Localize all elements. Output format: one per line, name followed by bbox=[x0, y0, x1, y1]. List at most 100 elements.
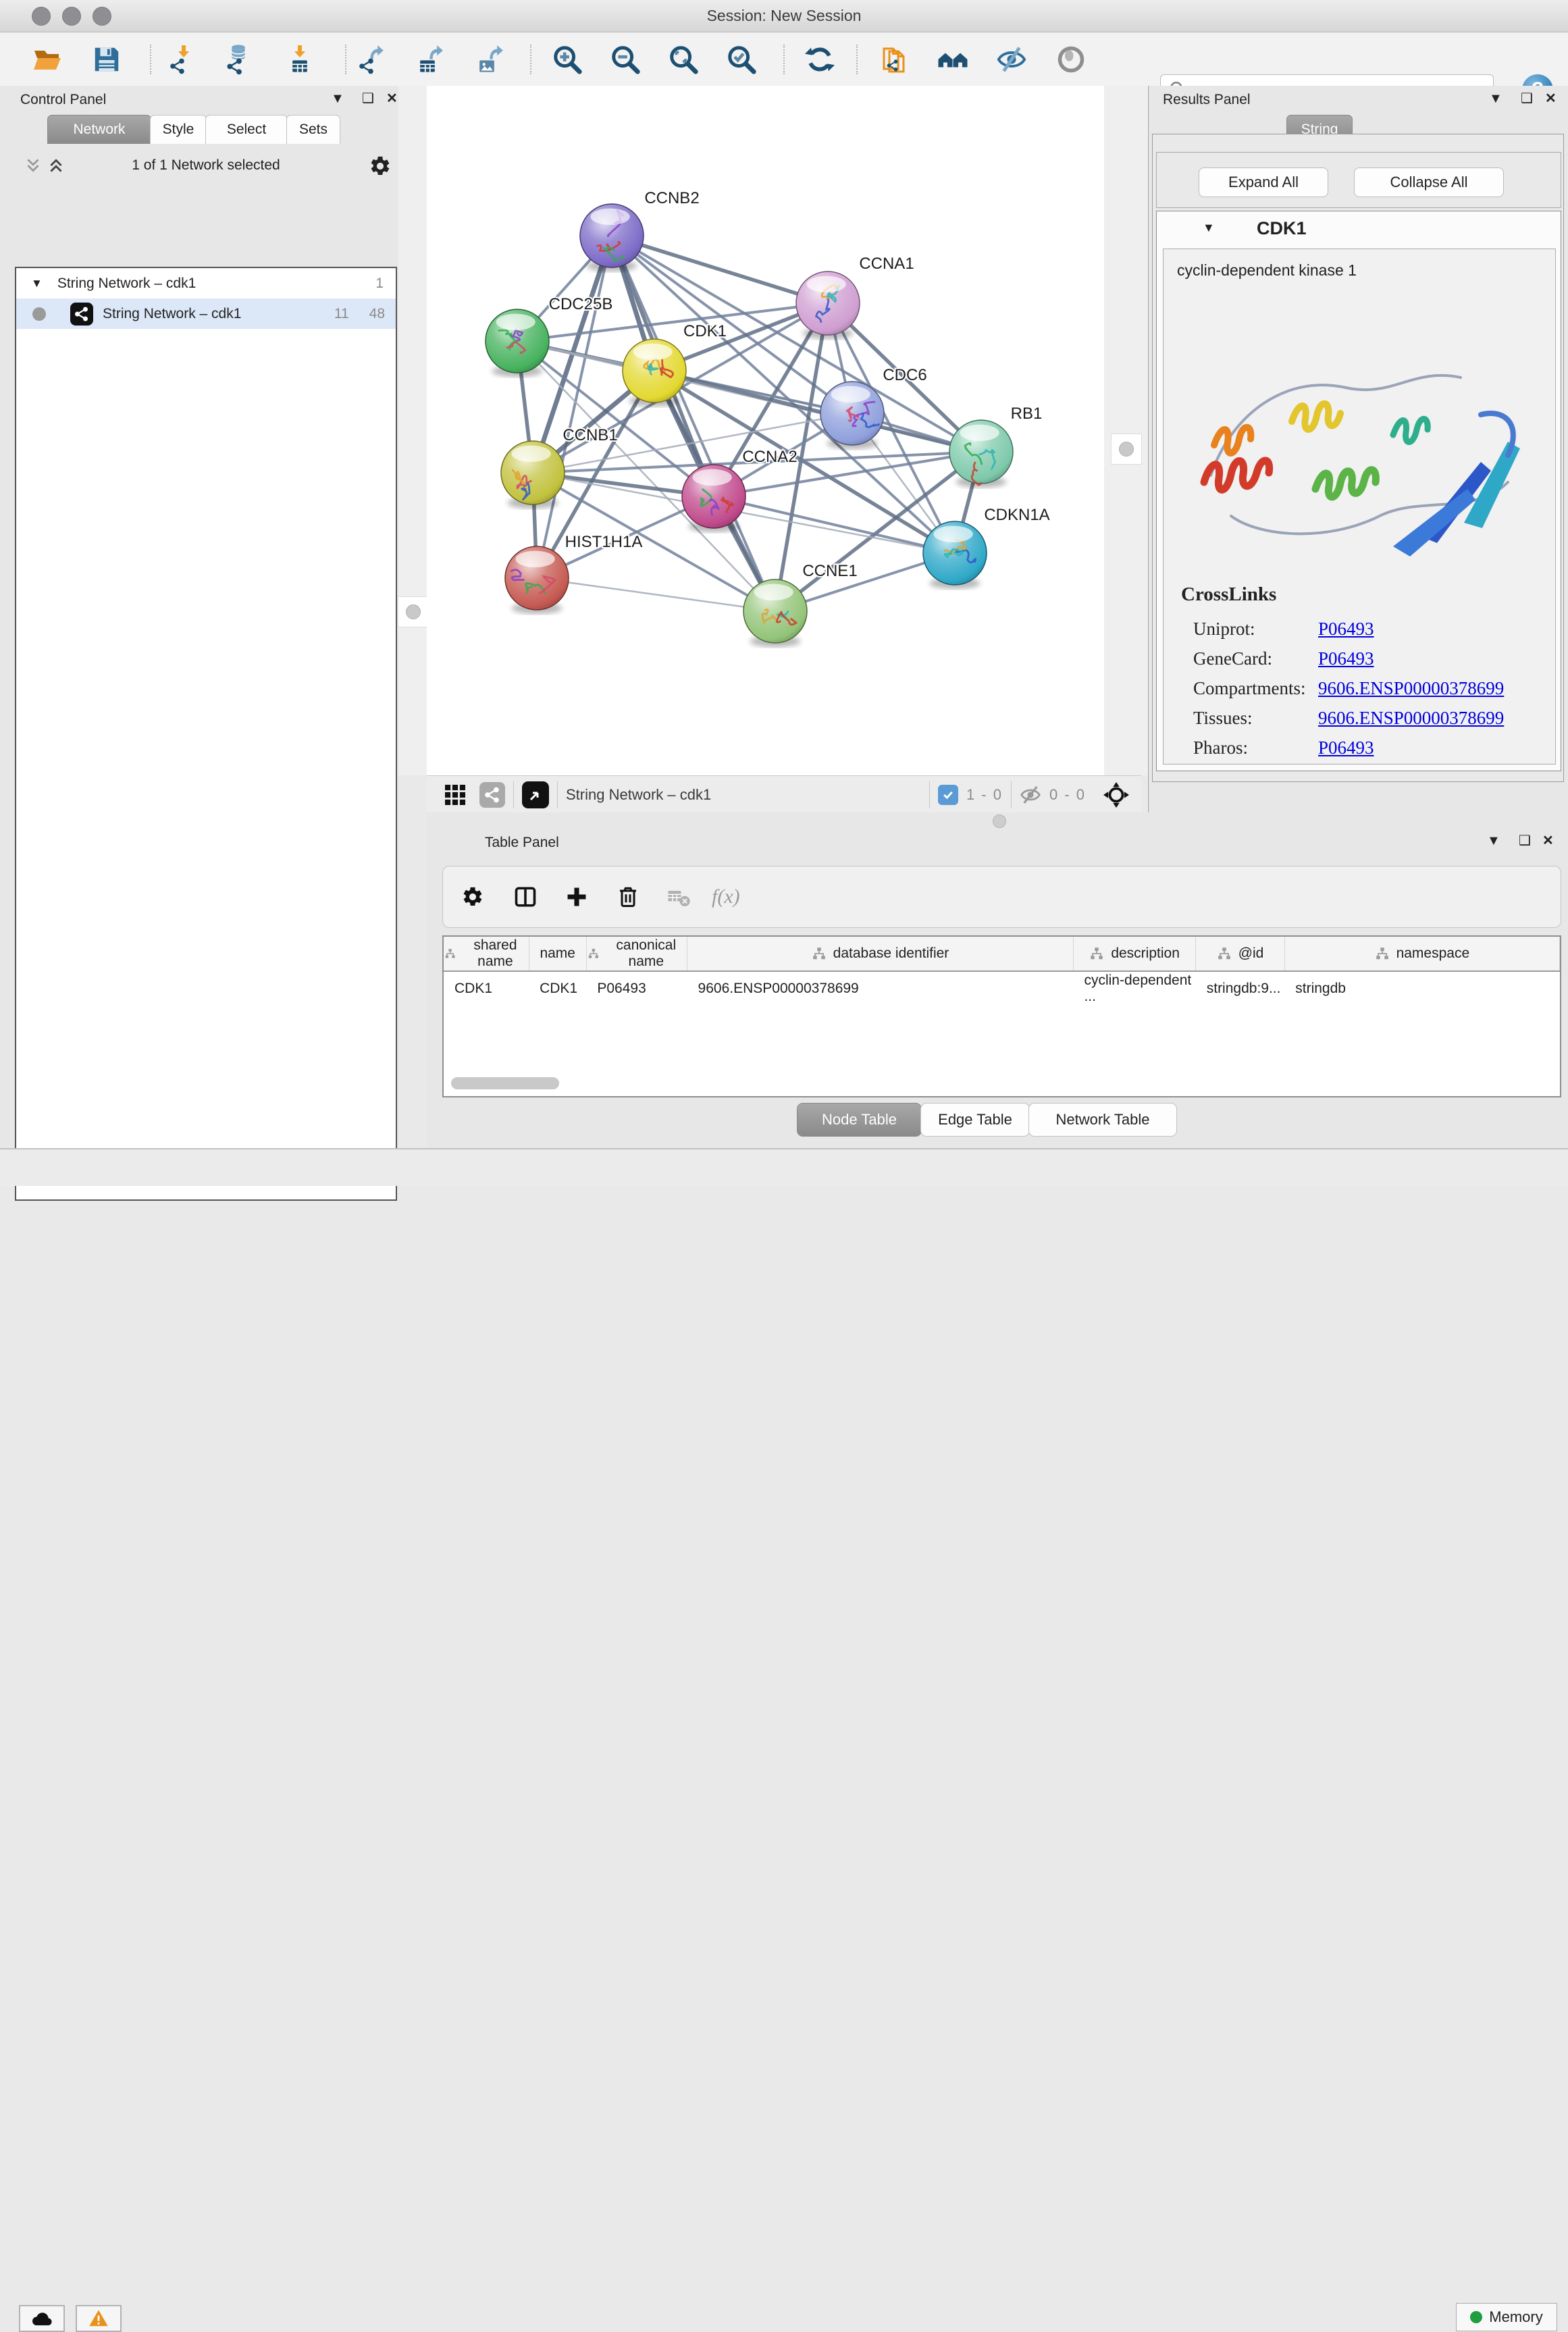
warnings-button[interactable] bbox=[76, 2305, 122, 2332]
table-column-header[interactable]: description bbox=[1073, 937, 1195, 971]
table-settings-gear-button[interactable] bbox=[454, 878, 492, 916]
table-cell[interactable]: P06493 bbox=[586, 971, 687, 1006]
show-columns-button[interactable] bbox=[506, 878, 544, 916]
hide-panel-button[interactable] bbox=[994, 42, 1029, 77]
delete-column-button[interactable] bbox=[609, 878, 647, 916]
results-panel-collapse-icon[interactable]: ▼ bbox=[1489, 91, 1502, 107]
export-network-button[interactable] bbox=[355, 42, 390, 77]
crosslink-value-link[interactable]: 9606.ENSP00000378699 bbox=[1318, 678, 1504, 699]
results-panel-float-icon[interactable]: ❑ bbox=[1521, 90, 1533, 107]
zoom-out-button[interactable] bbox=[608, 42, 643, 77]
show-home-button[interactable] bbox=[935, 42, 970, 77]
cloud-status-button[interactable] bbox=[19, 2305, 65, 2332]
table-row[interactable]: CDK1CDK1P064939606.ENSP00000378699cyclin… bbox=[444, 971, 1560, 1006]
string-panel-button[interactable] bbox=[479, 782, 505, 808]
fit-selected-crosshair-button[interactable] bbox=[1103, 782, 1129, 808]
collection-expand-arrow-icon[interactable]: ▼ bbox=[31, 277, 43, 290]
string-app-icon bbox=[70, 303, 93, 326]
hidden-counter: 0 - 0 bbox=[1049, 786, 1086, 804]
crosslink-value-link[interactable]: P06493 bbox=[1318, 648, 1374, 669]
table-panel-collapse-icon[interactable]: ▼ bbox=[1487, 833, 1500, 849]
table-cell[interactable]: stringdb:9... bbox=[1196, 971, 1285, 1006]
crosslink-value-link[interactable]: P06493 bbox=[1318, 737, 1374, 758]
tab-select[interactable]: Select bbox=[205, 115, 288, 144]
import-network-file-button[interactable] bbox=[165, 42, 201, 77]
open-session-button[interactable] bbox=[30, 42, 65, 77]
network-node-CCNA1[interactable] bbox=[796, 271, 860, 339]
table-column-header[interactable]: database identifier bbox=[687, 937, 1074, 971]
preview-button[interactable] bbox=[1053, 42, 1089, 77]
window-title-bar: Session: New Session bbox=[0, 0, 1568, 32]
control-panel-float-icon[interactable]: ❑ bbox=[362, 90, 374, 107]
table-column-header[interactable]: shared name bbox=[444, 937, 529, 971]
tab-sets[interactable]: Sets bbox=[286, 115, 340, 144]
network-node-RB1[interactable] bbox=[949, 420, 1013, 488]
memory-label: Memory bbox=[1489, 2308, 1542, 2326]
network-collection-row[interactable]: ▼ String Network – cdk1 1 bbox=[16, 268, 396, 299]
collapse-all-button[interactable]: Collapse All bbox=[1354, 167, 1504, 197]
network-node-CDKN1A[interactable] bbox=[923, 521, 987, 589]
network-row[interactable]: String Network – cdk1 11 48 bbox=[16, 299, 396, 329]
table-cell[interactable]: CDK1 bbox=[444, 971, 529, 1006]
table-column-header[interactable]: @id bbox=[1196, 937, 1285, 971]
table-column-header[interactable]: name bbox=[529, 937, 586, 971]
memory-button[interactable]: Memory bbox=[1456, 2303, 1557, 2331]
tab-edge-table[interactable]: Edge Table bbox=[920, 1103, 1030, 1137]
export-table-button[interactable] bbox=[413, 42, 448, 77]
birdseye-grid-button[interactable] bbox=[443, 783, 467, 807]
column-header-label: @id bbox=[1238, 945, 1264, 962]
table-hscrollbar-thumb[interactable] bbox=[451, 1077, 559, 1089]
toolbar-separator bbox=[345, 45, 346, 74]
network-node-CDC25B[interactable] bbox=[486, 309, 549, 377]
network-node-HIST1H1A[interactable] bbox=[505, 546, 569, 614]
crosslink-value-link[interactable]: P06493 bbox=[1318, 619, 1374, 640]
right-splitter[interactable] bbox=[1104, 86, 1148, 775]
save-session-button[interactable] bbox=[89, 42, 124, 77]
toolbar-separator bbox=[530, 45, 531, 74]
horizontal-splitter[interactable] bbox=[427, 812, 1568, 829]
create-column-button[interactable] bbox=[558, 878, 596, 916]
zoom-in-button[interactable] bbox=[550, 42, 585, 77]
results-panel-close-icon[interactable]: ✕ bbox=[1545, 90, 1557, 107]
export-image-button[interactable] bbox=[473, 42, 508, 77]
tab-network[interactable]: Network bbox=[47, 115, 151, 144]
left-splitter[interactable] bbox=[398, 86, 427, 775]
refresh-button[interactable] bbox=[802, 42, 837, 77]
table-column-header[interactable]: namespace bbox=[1284, 937, 1559, 971]
tab-node-table[interactable]: Node Table bbox=[797, 1103, 922, 1137]
expand-all-networks-button[interactable] bbox=[47, 157, 65, 174]
table-panel-float-icon[interactable]: ❑ bbox=[1519, 832, 1531, 849]
control-panel-close-icon[interactable]: ✕ bbox=[386, 90, 398, 107]
gene-section-expand-arrow-icon[interactable]: ▼ bbox=[1203, 221, 1215, 235]
hidden-eye-icon[interactable] bbox=[1020, 784, 1041, 806]
tab-style[interactable]: Style bbox=[150, 115, 207, 144]
zoom-out-icon bbox=[610, 44, 641, 75]
table-cell[interactable]: cyclin-dependent ... bbox=[1073, 971, 1195, 1006]
table-cell[interactable]: CDK1 bbox=[529, 971, 586, 1006]
zoom-selected-button[interactable] bbox=[724, 42, 759, 77]
table-cell[interactable]: 9606.ENSP00000378699 bbox=[687, 971, 1074, 1006]
network-canvas[interactable]: CCNB2CCNA1CDC25BCDK1CDC6RB1CCNB1CCNA2CDK… bbox=[427, 86, 1104, 775]
warning-triangle-icon bbox=[88, 2308, 109, 2329]
refresh-icon bbox=[805, 45, 835, 74]
import-table-file-button[interactable] bbox=[282, 42, 317, 77]
import-network-database-button[interactable] bbox=[221, 42, 257, 77]
collapse-all-networks-button[interactable] bbox=[24, 157, 42, 174]
network-options-gear-button[interactable] bbox=[369, 155, 392, 178]
network-node-CCNE1[interactable] bbox=[743, 579, 807, 647]
table-panel-close-icon[interactable]: ✕ bbox=[1542, 832, 1554, 849]
table-cell[interactable]: stringdb bbox=[1284, 971, 1559, 1006]
clone-network-button[interactable] bbox=[874, 42, 910, 77]
expand-all-button[interactable]: Expand All bbox=[1199, 167, 1328, 197]
control-panel-collapse-icon[interactable]: ▼ bbox=[331, 91, 344, 107]
left-splitter-handle[interactable] bbox=[398, 596, 429, 627]
right-splitter-handle[interactable] bbox=[1111, 434, 1142, 465]
horizontal-splitter-handle[interactable] bbox=[993, 814, 1006, 828]
export-table-icon bbox=[415, 44, 446, 75]
selected-nodes-checkbox[interactable] bbox=[938, 785, 958, 805]
tab-network-table[interactable]: Network Table bbox=[1028, 1103, 1177, 1137]
table-column-header[interactable]: canonical name bbox=[586, 937, 687, 971]
zoom-fit-button[interactable] bbox=[666, 42, 701, 77]
crosslink-value-link[interactable]: 9606.ENSP00000378699 bbox=[1318, 708, 1504, 729]
detach-view-button[interactable] bbox=[522, 781, 549, 808]
